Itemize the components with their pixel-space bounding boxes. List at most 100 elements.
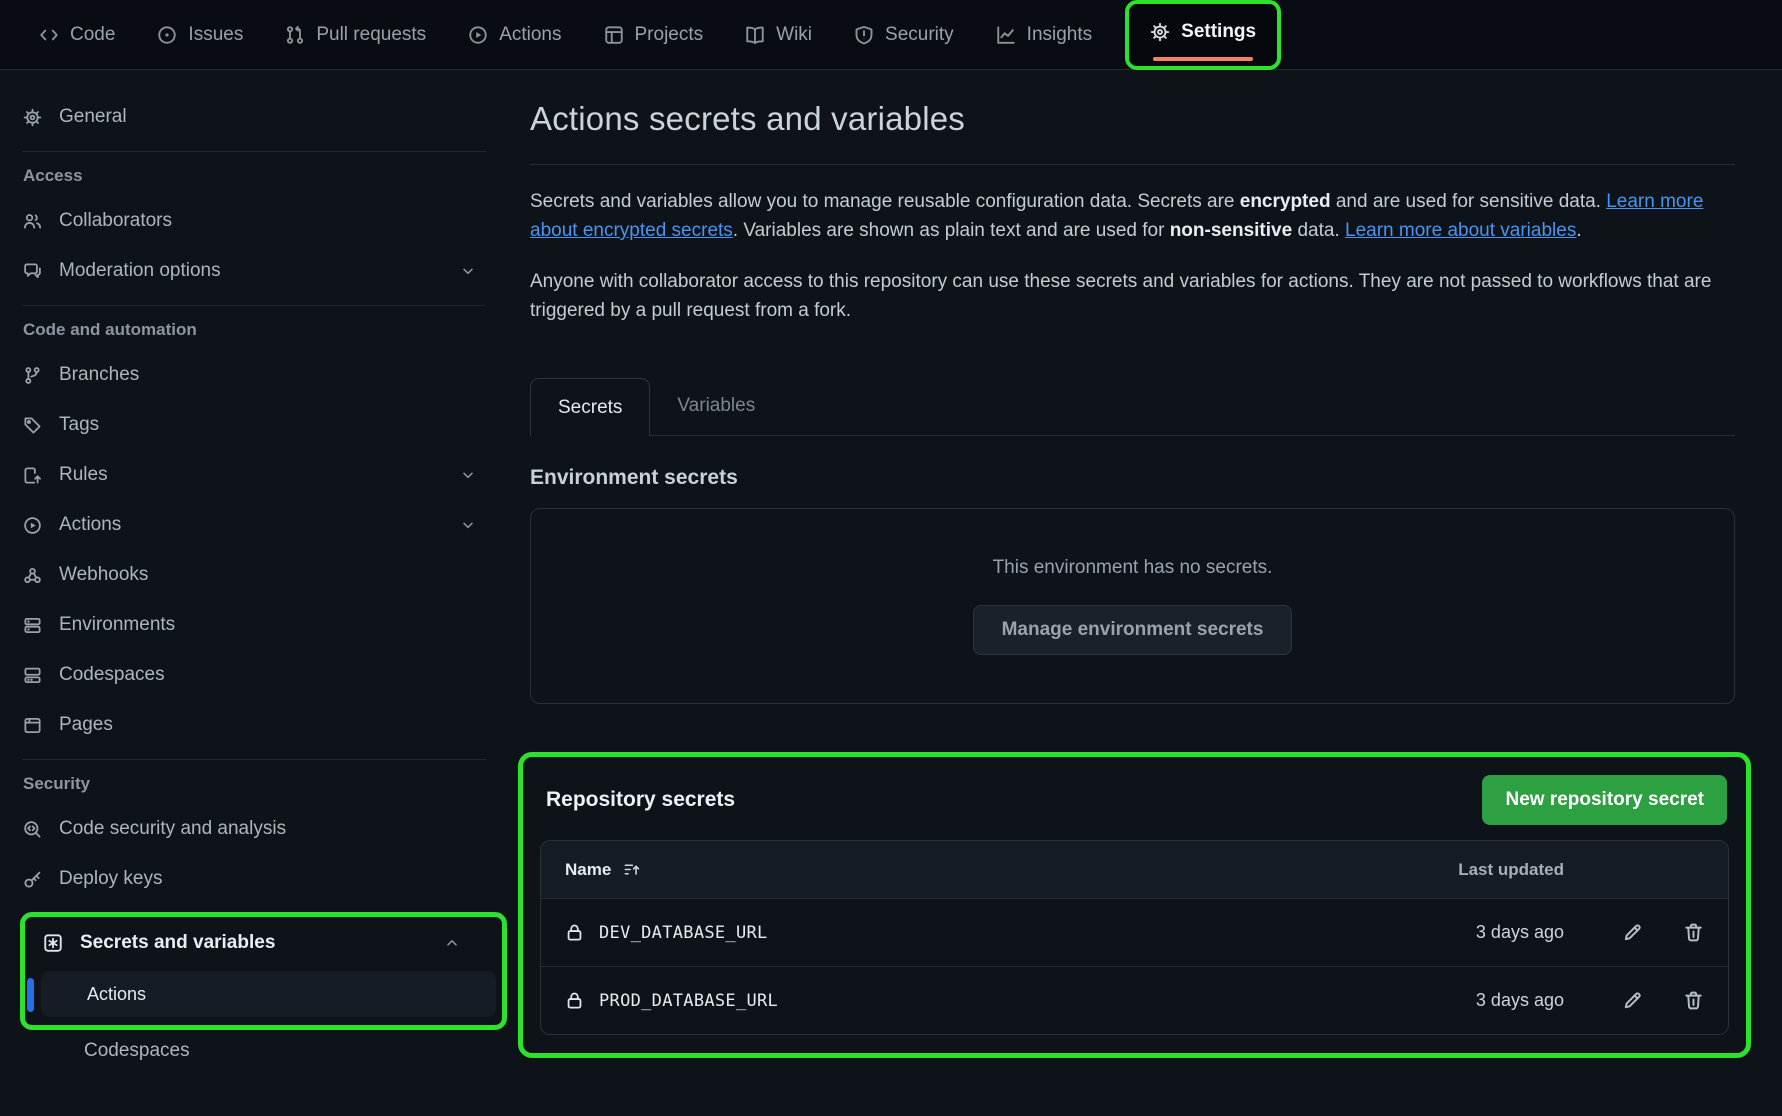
github-repo-settings-page: Code Issues Pull requests Actions Projec…	[0, 0, 1782, 1062]
webhook-icon	[23, 566, 42, 585]
sidebar-divider	[22, 759, 486, 760]
page-body: General Access Collaborators Moderation …	[0, 70, 1782, 1062]
sidebar-section-code-automation: Code and automation	[0, 320, 512, 340]
tab-secrets[interactable]: Secrets	[530, 378, 650, 436]
sidebar-item-rules[interactable]: Rules	[0, 450, 512, 500]
edit-secret-button[interactable]	[1622, 990, 1643, 1011]
last-updated-column-header: Last updated	[1404, 860, 1564, 880]
sidebar-item-moderation-options[interactable]: Moderation options	[0, 246, 512, 296]
asterisk-box-icon	[43, 933, 63, 953]
codespaces-icon	[23, 666, 42, 685]
sidebar-item-deploy-keys[interactable]: Deploy keys	[0, 854, 512, 904]
sidebar-item-label: Rules	[59, 464, 108, 486]
sidebar-item-tags[interactable]: Tags	[0, 400, 512, 450]
intro-text-segment: Secrets and variables allow you to manag…	[530, 191, 1240, 212]
manage-environment-secrets-button[interactable]: Manage environment secrets	[973, 605, 1293, 655]
sidebar-subitem-actions-selected[interactable]: Actions	[41, 971, 496, 1017]
delete-secret-button[interactable]	[1683, 990, 1704, 1011]
sidebar-item-label: Branches	[59, 364, 139, 386]
server-icon	[23, 616, 42, 635]
repository-secrets-header: Repository secrets New repository secret	[540, 769, 1729, 825]
tab-pull-requests-label: Pull requests	[316, 24, 426, 46]
selected-item-accent-bar	[27, 978, 34, 1012]
tab-wiki[interactable]: Wiki	[730, 11, 827, 59]
tab-security[interactable]: Security	[839, 11, 969, 59]
sidebar-item-code-security[interactable]: Code security and analysis	[0, 804, 512, 854]
secret-name-cell: DEV_DATABASE_URL	[565, 923, 1404, 943]
sidebar-item-secrets-and-variables[interactable]: Secrets and variables	[25, 919, 496, 967]
tab-issues[interactable]: Issues	[142, 11, 258, 59]
link-variables[interactable]: Learn more about variables	[1345, 220, 1576, 241]
chevron-up-icon	[444, 935, 460, 951]
tab-insights[interactable]: Insights	[981, 11, 1107, 59]
environment-empty-message: This environment has no secrets.	[993, 557, 1273, 579]
sidebar-section-security: Security	[0, 774, 512, 794]
environment-secrets-heading: Environment secrets	[530, 466, 1735, 490]
sidebar-item-environments[interactable]: Environments	[0, 600, 512, 650]
secret-name-cell: PROD_DATABASE_URL	[565, 991, 1404, 1011]
play-circle-icon	[468, 25, 488, 45]
intro-paragraph-1: Secrets and variables allow you to manag…	[530, 187, 1735, 245]
sidebar-divider	[22, 151, 486, 152]
sidebar-item-label: Deploy keys	[59, 868, 163, 890]
settings-sidebar: General Access Collaborators Moderation …	[0, 70, 512, 1062]
intro-text: Secrets and variables allow you to manag…	[530, 187, 1735, 325]
table-icon	[604, 25, 624, 45]
chevron-down-icon	[460, 517, 476, 533]
sort-ascending-icon[interactable]	[623, 861, 640, 878]
repository-secrets-heading: Repository secrets	[546, 788, 735, 812]
title-divider	[530, 164, 1735, 165]
page-title: Actions secrets and variables	[530, 100, 1735, 138]
tag-icon	[23, 416, 42, 435]
tab-actions-label: Actions	[499, 24, 561, 46]
sidebar-subitem-codespaces[interactable]: Codespaces	[84, 1040, 512, 1062]
chevron-down-icon	[460, 467, 476, 483]
name-column-header: Name	[565, 860, 1404, 880]
trash-icon	[1683, 922, 1704, 943]
delete-secret-button[interactable]	[1683, 922, 1704, 943]
sidebar-item-webhooks[interactable]: Webhooks	[0, 550, 512, 600]
name-header-label: Name	[565, 860, 611, 880]
sidebar-item-label: Code security and analysis	[59, 818, 286, 840]
sidebar-item-collaborators[interactable]: Collaborators	[0, 196, 512, 246]
tab-settings[interactable]: Settings	[1135, 8, 1271, 56]
sidebar-item-label: Collaborators	[59, 210, 172, 232]
sidebar-item-label: Tags	[59, 414, 99, 436]
sidebar-section-access: Access	[0, 166, 512, 186]
row-actions	[1564, 922, 1704, 943]
sidebar-divider	[22, 305, 486, 306]
tab-code-label: Code	[70, 24, 115, 46]
people-icon	[23, 212, 42, 231]
trash-icon	[1683, 990, 1704, 1011]
sidebar-item-label: Webhooks	[59, 564, 148, 586]
secrets-variables-tabs: Secrets Variables	[530, 377, 1735, 436]
active-tab-underline	[1153, 57, 1253, 61]
tab-projects[interactable]: Projects	[589, 11, 719, 59]
row-actions	[1564, 990, 1704, 1011]
intro-text-segment: .	[1576, 220, 1581, 241]
key-icon	[23, 870, 42, 889]
git-branch-icon	[23, 366, 42, 385]
tab-pull-requests[interactable]: Pull requests	[270, 11, 441, 59]
edit-secret-button[interactable]	[1622, 922, 1643, 943]
sidebar-item-codespaces[interactable]: Codespaces	[0, 650, 512, 700]
tab-actions[interactable]: Actions	[453, 11, 576, 59]
sidebar-item-branches[interactable]: Branches	[0, 350, 512, 400]
tab-issues-label: Issues	[188, 24, 243, 46]
codescan-icon	[23, 820, 42, 839]
sidebar-item-label: Moderation options	[59, 260, 221, 282]
intro-text-segment: . Variables are shown as plain text and …	[733, 220, 1170, 241]
sidebar-item-pages[interactable]: Pages	[0, 700, 512, 750]
tab-code[interactable]: Code	[24, 11, 130, 59]
secret-updated: 3 days ago	[1404, 922, 1564, 943]
rules-icon	[23, 466, 42, 485]
graph-icon	[996, 25, 1016, 45]
repository-secrets-annotation-box: Repository secrets New repository secret…	[518, 752, 1751, 1058]
new-repository-secret-button[interactable]: New repository secret	[1482, 775, 1727, 825]
sidebar-item-general[interactable]: General	[0, 92, 512, 142]
secret-updated: 3 days ago	[1404, 990, 1564, 1011]
code-icon	[39, 25, 59, 45]
sidebar-item-label: Pages	[59, 714, 113, 736]
tab-variables[interactable]: Variables	[650, 377, 782, 435]
sidebar-item-actions[interactable]: Actions	[0, 500, 512, 550]
